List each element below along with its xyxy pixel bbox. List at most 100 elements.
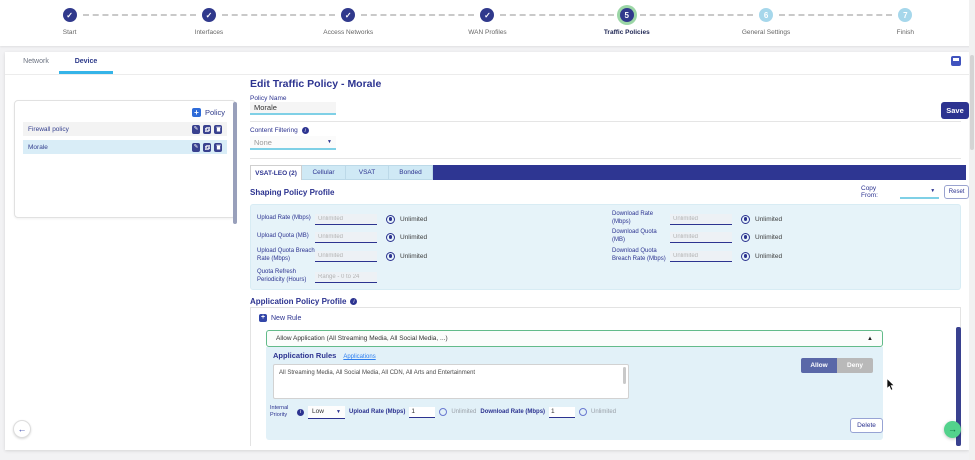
rule-accordion-header[interactable]: Allow Application (All Streaming Media, … <box>266 330 883 347</box>
info-icon[interactable]: i <box>302 127 309 134</box>
mouse-cursor <box>886 378 897 396</box>
tab-bar-filler <box>433 165 966 180</box>
download-unlimited-radio[interactable] <box>579 408 587 416</box>
applications-link[interactable]: Applications <box>343 354 375 360</box>
edit-icon[interactable]: ✎ <box>192 143 200 152</box>
tab-device[interactable]: Device <box>59 52 113 74</box>
selected-applications-box[interactable]: All Streaming Media, All Social Media, A… <box>273 364 629 399</box>
delete-rule-button[interactable]: Delete <box>850 418 883 433</box>
new-rule-label: New Rule <box>271 315 301 322</box>
edit-icon[interactable]: ✎ <box>192 125 200 134</box>
field-label: Download Rate (Mbps) <box>612 211 670 227</box>
step-label: Finish <box>897 29 914 36</box>
download-breach-input[interactable] <box>670 251 732 262</box>
rules-box-scrollbar[interactable] <box>623 367 626 384</box>
upload-breach-input[interactable] <box>315 251 377 262</box>
unlimited-radio[interactable] <box>386 252 395 261</box>
step-finish[interactable]: 7 Finish <box>836 8 975 46</box>
info-icon[interactable]: i <box>297 409 304 416</box>
radio-label: Unlimited <box>400 234 427 241</box>
deny-button[interactable]: Deny <box>837 358 873 373</box>
policy-row-morale[interactable]: Morale ✎ <box>23 140 227 154</box>
selected-value: None <box>254 138 272 147</box>
expand-panel-icon[interactable] <box>951 56 961 66</box>
step-label: WAN Profiles <box>468 29 506 36</box>
chevron-down-icon: ▼ <box>336 409 341 415</box>
check-icon: ✓ <box>341 8 355 22</box>
rule-upload-rate-input[interactable] <box>409 407 435 418</box>
plus-icon: + <box>259 314 267 322</box>
policy-list-card: + Policy Firewall policy ✎ Morale ✎ <box>14 100 236 218</box>
page-title: Edit Traffic Policy - Morale <box>250 78 381 90</box>
application-rules-heading-row: Application Rules Applications <box>273 351 376 360</box>
field-label: Download Quota (MB) <box>612 229 670 245</box>
application-rules-title: Application Rules <box>273 351 336 360</box>
page-scrollbar-thumb[interactable] <box>970 55 974 150</box>
view-tabs: Network Device <box>5 52 969 75</box>
upload-rate-input[interactable] <box>315 214 377 225</box>
rule-body: Application Rules Applications All Strea… <box>266 347 883 440</box>
copy-from-label: Copy From: <box>861 185 895 199</box>
download-quota-row: Download Quota (MB) Unlimited <box>612 229 782 245</box>
collapse-icon[interactable]: ▲ <box>867 336 873 342</box>
step-number: 6 <box>759 8 773 22</box>
allow-deny-toggle: Allow Deny <box>801 358 873 373</box>
unlimited-radio[interactable] <box>741 215 750 224</box>
reset-button[interactable]: Reset <box>944 185 969 199</box>
chevron-down-icon: ▼ <box>327 139 332 145</box>
new-rule-button[interactable]: + New Rule <box>259 314 301 322</box>
delete-icon[interactable] <box>214 125 222 134</box>
tab-network[interactable]: Network <box>13 52 59 74</box>
download-rate-input[interactable] <box>670 214 732 225</box>
rule-summary: Allow Application (All Streaming Media, … <box>276 335 448 342</box>
radio-label: Unlimited <box>755 216 782 223</box>
field-label: Upload Quota (MB) <box>257 233 315 241</box>
rule-settings-row: Internal Priority i Low ▼ Upload Rate (M… <box>270 404 616 420</box>
unlimited-radio[interactable] <box>741 233 750 242</box>
application-profile-title-row: Application Policy Profile i <box>250 297 357 306</box>
plus-icon: + <box>192 108 201 117</box>
tab-bonded[interactable]: Bonded <box>389 165 433 180</box>
transport-tabs: VSAT-LEO (2) Cellular VSAT Bonded <box>250 165 966 180</box>
tab-vsat-leo[interactable]: VSAT-LEO (2) <box>250 165 302 180</box>
back-button[interactable]: ← <box>13 420 31 438</box>
step-number: 7 <box>898 8 912 22</box>
internal-priority-select[interactable]: Low ▼ <box>308 406 345 419</box>
unlimited-radio[interactable] <box>386 215 395 224</box>
policy-name-label: Policy Name <box>250 95 286 102</box>
content-filtering-row: Content Filtering i <box>250 127 309 134</box>
copy-from-select[interactable]: ▼ <box>900 186 940 199</box>
content-filtering-select[interactable]: None ▼ <box>250 136 336 150</box>
step-label: General Settings <box>742 29 790 36</box>
page-scrollbar[interactable] <box>969 0 975 460</box>
unlimited-radio[interactable] <box>741 252 750 261</box>
add-policy-button[interactable]: + Policy <box>192 108 225 117</box>
check-icon: ✓ <box>63 8 77 22</box>
unlimited-radio[interactable] <box>386 233 395 242</box>
download-quota-input[interactable] <box>670 232 732 243</box>
tab-vsat[interactable]: VSAT <box>346 165 389 180</box>
upload-quota-input[interactable] <box>315 232 377 243</box>
upload-unlimited-radio[interactable] <box>439 408 447 416</box>
copy-icon[interactable] <box>203 125 211 134</box>
copy-from-row: Copy From: ▼ Reset <box>861 185 969 199</box>
quota-refresh-input[interactable] <box>315 272 377 283</box>
policy-row-firewall[interactable]: Firewall policy ✎ <box>23 122 227 136</box>
save-button[interactable]: Save <box>941 102 969 119</box>
upload-rate-label: Upload Rate (Mbps) <box>349 409 405 415</box>
policy-name: Firewall policy <box>28 126 69 133</box>
shaping-profile-title: Shaping Policy Profile <box>250 188 334 197</box>
step-number: 5 <box>620 8 634 22</box>
policy-name-input[interactable] <box>250 102 336 115</box>
allow-button[interactable]: Allow <box>801 358 837 373</box>
next-button[interactable]: → <box>944 421 961 438</box>
copy-icon[interactable] <box>203 143 211 152</box>
info-icon[interactable]: i <box>350 298 357 305</box>
tab-cellular[interactable]: Cellular <box>302 165 346 180</box>
divider <box>250 158 961 159</box>
policy-list-scrollbar[interactable] <box>233 102 237 224</box>
delete-icon[interactable] <box>214 143 222 152</box>
upload-quota-row: Upload Quota (MB) Unlimited <box>257 229 427 245</box>
step-label: Access Networks <box>323 29 373 36</box>
rule-download-rate-input[interactable] <box>549 407 575 418</box>
